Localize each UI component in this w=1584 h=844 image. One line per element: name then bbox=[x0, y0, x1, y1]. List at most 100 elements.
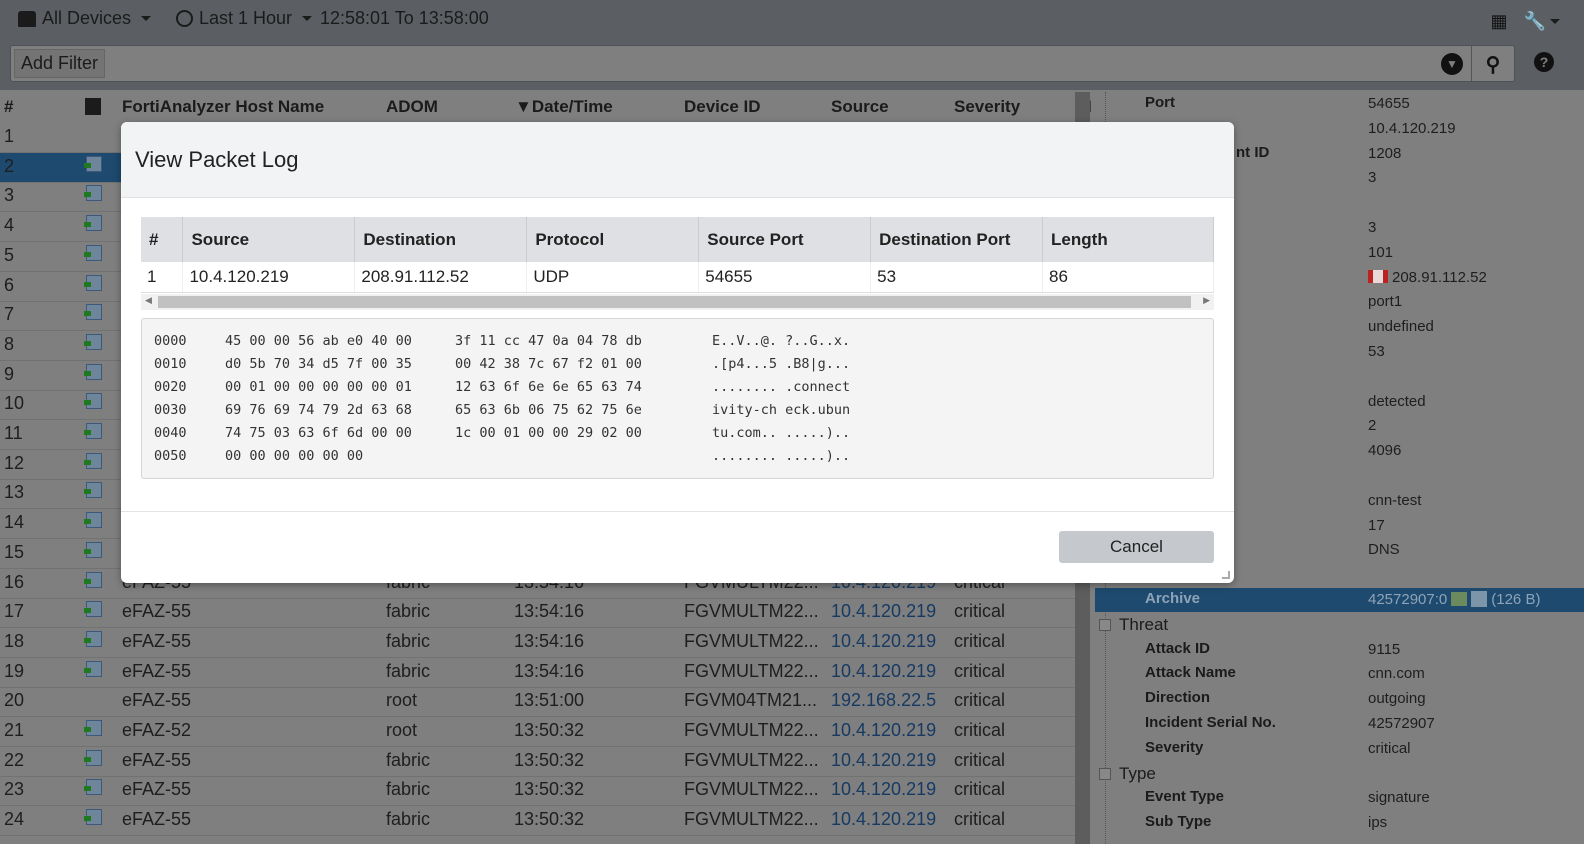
detail-value[interactable]: cnn.com bbox=[1368, 665, 1425, 682]
help-icon[interactable]: ? bbox=[1534, 52, 1554, 72]
detail-value[interactable]: 10.4.120.219 bbox=[1368, 120, 1456, 137]
packet-col-header[interactable]: # bbox=[141, 217, 184, 262]
archive-view-icon[interactable] bbox=[84, 274, 102, 291]
table-row[interactable]: 22 eFAZ-55 fabric 13:50:32 FGVMULTM22... 10.4… bbox=[0, 747, 1075, 777]
cell-source[interactable]: 10.4.120.219 bbox=[831, 661, 936, 682]
detail-label: Incident Serial No. bbox=[1145, 714, 1276, 731]
cell-adom: fabric bbox=[386, 809, 431, 830]
detail-link[interactable]: 10.4.120.219 bbox=[1368, 120, 1456, 137]
cell-source[interactable]: 10.4.120.219 bbox=[831, 631, 936, 652]
archive-view-icon[interactable] bbox=[84, 333, 102, 350]
archive-view-icon[interactable] bbox=[84, 601, 102, 618]
col-datetime[interactable]: ▼Date/Time bbox=[515, 97, 613, 117]
archive-view-icon[interactable] bbox=[84, 720, 102, 736]
archive-view-icon[interactable] bbox=[84, 393, 102, 410]
detail-value-text: 42572907:0 bbox=[1368, 591, 1448, 608]
cell-source[interactable]: 10.4.120.219 bbox=[831, 750, 936, 771]
archive-view-icon[interactable] bbox=[84, 512, 102, 529]
scroll-left-icon[interactable]: ◀ bbox=[145, 295, 152, 306]
download-icon[interactable] bbox=[1451, 592, 1468, 606]
detail-value: outgoing bbox=[1368, 690, 1426, 707]
row-number: 12 bbox=[4, 452, 25, 473]
detail-link[interactable]: cnn.com bbox=[1368, 665, 1425, 682]
col-adom[interactable]: ADOM bbox=[386, 97, 438, 117]
packet-col-header[interactable]: Source Port bbox=[698, 217, 872, 262]
col-host-name[interactable]: FortiAnalyzer Host Name bbox=[122, 97, 324, 117]
archive-view-icon[interactable] bbox=[84, 541, 102, 558]
archive-view-icon[interactable] bbox=[84, 779, 102, 796]
hex-bytes-a: 00 01 00 00 00 00 00 01 bbox=[225, 379, 412, 395]
packet-cell: 1 bbox=[141, 262, 184, 293]
archive-view-icon[interactable] bbox=[84, 571, 102, 588]
cell-host: eFAZ-55 bbox=[122, 809, 192, 830]
time-range-selector[interactable]: Last 1 Hour bbox=[176, 8, 313, 29]
detail-value: ips bbox=[1368, 814, 1387, 831]
archive-view-icon[interactable] bbox=[84, 660, 102, 677]
col-device-id[interactable]: Device ID bbox=[684, 97, 761, 117]
collapse-icon[interactable] bbox=[1099, 618, 1111, 631]
collapse-icon[interactable] bbox=[1099, 767, 1111, 780]
detail-value-text: 9115 bbox=[1368, 640, 1401, 658]
detail-label: nt ID bbox=[1236, 143, 1270, 161]
cell-device: FGVMULTM22... bbox=[684, 630, 819, 651]
cell-source[interactable]: 10.4.120.219 bbox=[831, 720, 936, 741]
detail-value: 42572907:0 (126 B) bbox=[1368, 591, 1540, 608]
cell-source[interactable]: 10.4.120.219 bbox=[831, 601, 936, 622]
grid-view-icon[interactable]: ▦ bbox=[1489, 11, 1509, 31]
table-row[interactable]: 20 eFAZ-55 root 13:51:00 FGVM04TM21... 192.16… bbox=[0, 687, 1075, 718]
hex-bytes-b: 1c 00 01 00 00 29 02 00 bbox=[455, 425, 642, 441]
col-num[interactable]: # bbox=[4, 97, 13, 117]
table-row[interactable]: 23 eFAZ-55 fabric 13:50:32 FGVMULTM22... 10.4… bbox=[0, 776, 1075, 807]
cell-time: 13:50:32 bbox=[514, 749, 585, 770]
archive-view-icon[interactable] bbox=[84, 363, 102, 380]
archive-view-icon[interactable] bbox=[84, 155, 102, 172]
cell-severity: critical bbox=[954, 749, 1006, 770]
resize-handle-icon[interactable] bbox=[1222, 571, 1230, 579]
detail-value: port1 bbox=[1368, 293, 1402, 310]
archive-view-icon[interactable] bbox=[84, 630, 102, 647]
horizontal-scrollbar[interactable]: ◀ ▶ bbox=[141, 294, 1214, 310]
cell-source[interactable]: 10.4.120.219 bbox=[831, 809, 936, 830]
archive-view-icon[interactable] bbox=[84, 749, 102, 766]
packet-col-header[interactable]: Destination bbox=[354, 217, 528, 262]
detail-group[interactable]: Type bbox=[1095, 762, 1584, 786]
time-range-label: Last 1 Hour bbox=[199, 8, 293, 28]
packet-col-header[interactable]: Protocol bbox=[526, 217, 700, 262]
archive-view-icon[interactable] bbox=[84, 423, 102, 439]
archive-view-icon[interactable] bbox=[84, 452, 102, 469]
archive-view-icon[interactable] bbox=[84, 185, 102, 202]
packet-row[interactable]: 1 10.4.120.219 208.91.112.52 UDP 54655 53 86 bbox=[141, 262, 1214, 293]
col-source[interactable]: Source bbox=[831, 97, 889, 117]
add-filter-button[interactable]: Add Filter bbox=[14, 49, 106, 78]
detail-group[interactable]: Threat bbox=[1095, 613, 1584, 637]
cell-source[interactable]: 10.4.120.219 bbox=[831, 779, 936, 800]
filter-bar[interactable]: Add Filter ▼ ⚲ bbox=[10, 45, 1515, 82]
device-selector[interactable]: All Devices bbox=[18, 8, 152, 29]
cell-source[interactable]: 192.168.22.5 bbox=[831, 690, 936, 711]
scroll-right-icon[interactable]: ▶ bbox=[1203, 295, 1210, 306]
search-icon[interactable]: ⚲ bbox=[1481, 51, 1505, 77]
table-row[interactable]: 18 eFAZ-55 fabric 13:54:16 FGVMULTM22... 10.4… bbox=[0, 628, 1075, 658]
archive-view-icon[interactable] bbox=[84, 304, 102, 321]
scrollbar-thumb[interactable] bbox=[158, 296, 1191, 308]
filter-icon[interactable]: ▼ bbox=[1441, 53, 1463, 75]
detail-value: 17 bbox=[1368, 517, 1385, 534]
table-row[interactable]: 21 eFAZ-52 root 13:50:32 FGVMULTM22... 10.4.1… bbox=[0, 717, 1075, 747]
archive-view-icon[interactable] bbox=[84, 482, 102, 499]
detail-value-text: 53 bbox=[1368, 343, 1385, 360]
detail-value: detected bbox=[1368, 393, 1426, 410]
wrench-icon[interactable]: 🔧 bbox=[1522, 10, 1562, 32]
view-packet-icon[interactable] bbox=[1471, 591, 1488, 607]
detail-label: Port bbox=[1145, 94, 1175, 111]
archive-view-icon[interactable] bbox=[84, 809, 102, 826]
table-row[interactable]: 17 eFAZ-55 fabric 13:54:16 FGVMULTM22... 10.4… bbox=[0, 598, 1075, 629]
archive-view-icon[interactable] bbox=[84, 244, 102, 261]
col-severity[interactable]: Severity bbox=[954, 97, 1020, 117]
archive-view-icon[interactable] bbox=[84, 215, 102, 232]
table-row[interactable]: 19 eFAZ-55 fabric 13:54:16 FGVMULTM22... 10.4… bbox=[0, 658, 1075, 688]
cancel-button[interactable]: Cancel bbox=[1059, 531, 1214, 563]
table-row[interactable]: 24 eFAZ-55 fabric 13:50:32 FGVMULTM22... 10.4… bbox=[0, 806, 1075, 837]
packet-col-header[interactable]: Destination Port bbox=[870, 217, 1044, 262]
packet-col-header[interactable]: Source bbox=[182, 217, 356, 262]
packet-col-header[interactable]: Length bbox=[1042, 217, 1214, 262]
